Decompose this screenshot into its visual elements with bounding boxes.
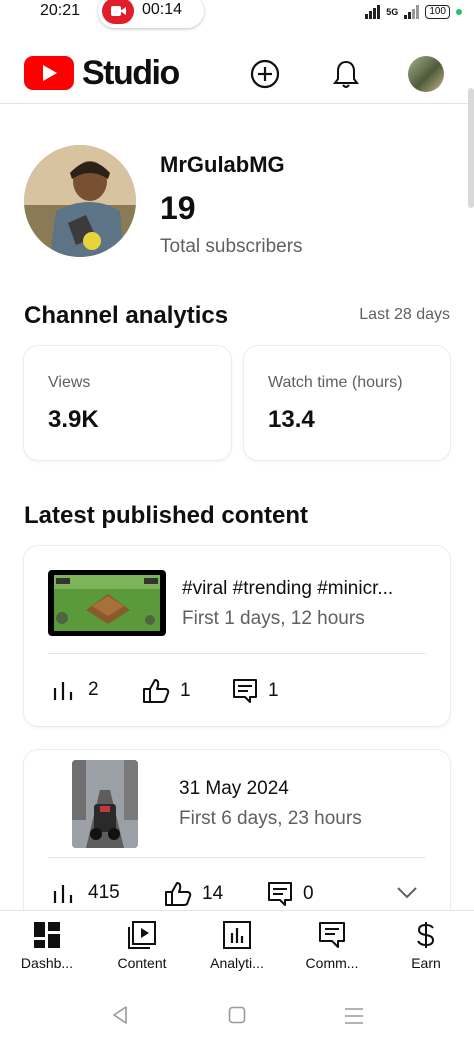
menu-icon[interactable] bbox=[344, 1007, 364, 1025]
nav-analytics-label: Analyti... bbox=[210, 955, 264, 971]
nav-comments[interactable]: Comm... bbox=[287, 921, 377, 971]
nav-dashboard[interactable]: Dashb... bbox=[2, 921, 92, 971]
analytics-period: Last 28 days bbox=[359, 306, 450, 323]
screen-recording-pill[interactable]: 00:14 bbox=[98, 0, 204, 28]
app-header: Studio bbox=[0, 44, 474, 104]
channel-photo bbox=[24, 145, 136, 257]
watch-time-label: Watch time (hours) bbox=[268, 374, 403, 391]
views-icon bbox=[53, 885, 73, 903]
dollar-icon bbox=[417, 922, 435, 948]
likes-stat: 1 bbox=[142, 678, 191, 704]
video-performance-period: First 1 days, 12 hours bbox=[182, 608, 365, 629]
nav-content[interactable]: Content bbox=[97, 921, 187, 971]
views-label: Views bbox=[48, 374, 91, 391]
subscriber-label: Total subscribers bbox=[160, 236, 303, 257]
account-avatar[interactable] bbox=[408, 56, 444, 92]
video-thumbnail bbox=[72, 760, 138, 848]
views-count: 2 bbox=[88, 679, 99, 700]
privacy-dot-icon bbox=[456, 9, 462, 15]
comments-count: 1 bbox=[268, 680, 279, 701]
views-value: 3.9K bbox=[48, 406, 99, 433]
video-title: #viral #trending #minicr... bbox=[182, 578, 394, 599]
subscriber-count: 19 bbox=[160, 190, 196, 226]
divider bbox=[48, 653, 426, 654]
comments-stat: 0 bbox=[267, 881, 314, 907]
notifications-button[interactable] bbox=[329, 57, 363, 91]
divider bbox=[48, 857, 426, 858]
comments-stat: 1 bbox=[232, 678, 279, 704]
video-performance-period: First 6 days, 23 hours bbox=[179, 808, 362, 829]
thumbs-up-icon bbox=[165, 882, 192, 906]
views-stat: 2 bbox=[52, 678, 99, 702]
bell-icon bbox=[333, 60, 359, 88]
back-icon[interactable] bbox=[110, 1005, 130, 1025]
home-icon[interactable] bbox=[228, 1006, 246, 1024]
views-card[interactable]: Views 3.9K bbox=[24, 346, 231, 460]
scrollbar[interactable] bbox=[468, 88, 474, 208]
nav-analytics[interactable]: Analyti... bbox=[192, 921, 282, 971]
battery-icon: 100 bbox=[425, 5, 450, 19]
create-button[interactable] bbox=[248, 57, 282, 91]
watch-time-card[interactable]: Watch time (hours) 13.4 bbox=[244, 346, 450, 460]
record-icon bbox=[102, 0, 134, 24]
content-icon bbox=[128, 921, 156, 949]
recording-time: 00:14 bbox=[142, 1, 183, 18]
volte-signal-icon bbox=[365, 5, 381, 19]
video-card[interactable]: #viral #trending #minicr... First 1 days… bbox=[24, 546, 450, 726]
likes-count: 14 bbox=[202, 883, 224, 904]
comments-icon bbox=[319, 922, 345, 948]
create-icon bbox=[250, 59, 280, 89]
nav-earn-label: Earn bbox=[411, 955, 441, 971]
comment-icon bbox=[268, 882, 292, 906]
youtube-logo-icon[interactable] bbox=[24, 56, 74, 90]
nav-dashboard-label: Dashb... bbox=[20, 955, 74, 971]
channel-name: MrGulabMG bbox=[160, 152, 285, 177]
likes-stat: 14 bbox=[164, 881, 223, 907]
comments-count: 0 bbox=[303, 883, 314, 904]
nav-comments-label: Comm... bbox=[305, 955, 359, 971]
channel-avatar[interactable] bbox=[24, 145, 136, 257]
analytics-icon bbox=[223, 921, 251, 949]
video-title: 31 May 2024 bbox=[179, 778, 289, 799]
status-indicators: 5G 100 bbox=[365, 2, 462, 22]
network-label: 5G bbox=[386, 7, 399, 17]
views-icon bbox=[53, 682, 73, 700]
status-time: 20:21 bbox=[40, 2, 81, 19]
system-navigation-bar bbox=[0, 988, 474, 1038]
channel-analytics-title: Channel analytics bbox=[24, 302, 229, 329]
game-thumbnail-image bbox=[54, 575, 160, 631]
thumbs-up-icon bbox=[143, 679, 170, 703]
likes-count: 1 bbox=[180, 680, 191, 701]
comment-icon bbox=[233, 679, 257, 703]
nav-content-label: Content bbox=[117, 955, 167, 971]
views-stat: 415 bbox=[52, 881, 120, 905]
video-thumbnail bbox=[48, 570, 166, 636]
game-thumbnail-image bbox=[72, 760, 138, 848]
dashboard-icon bbox=[34, 922, 60, 948]
status-bar: 20:21 00:14 5G 100 bbox=[0, 0, 474, 28]
studio-brand: Studio bbox=[82, 54, 180, 92]
latest-content-title: Latest published content bbox=[24, 502, 309, 529]
chevron-down-icon[interactable] bbox=[396, 886, 418, 900]
watch-time-value: 13.4 bbox=[268, 406, 315, 433]
bottom-navigation: Dashb... Content Analyti... Comm... Earn bbox=[0, 910, 474, 986]
nav-earn[interactable]: Earn bbox=[381, 921, 471, 971]
views-count: 415 bbox=[88, 882, 120, 903]
cell-signal-icon bbox=[404, 5, 420, 19]
